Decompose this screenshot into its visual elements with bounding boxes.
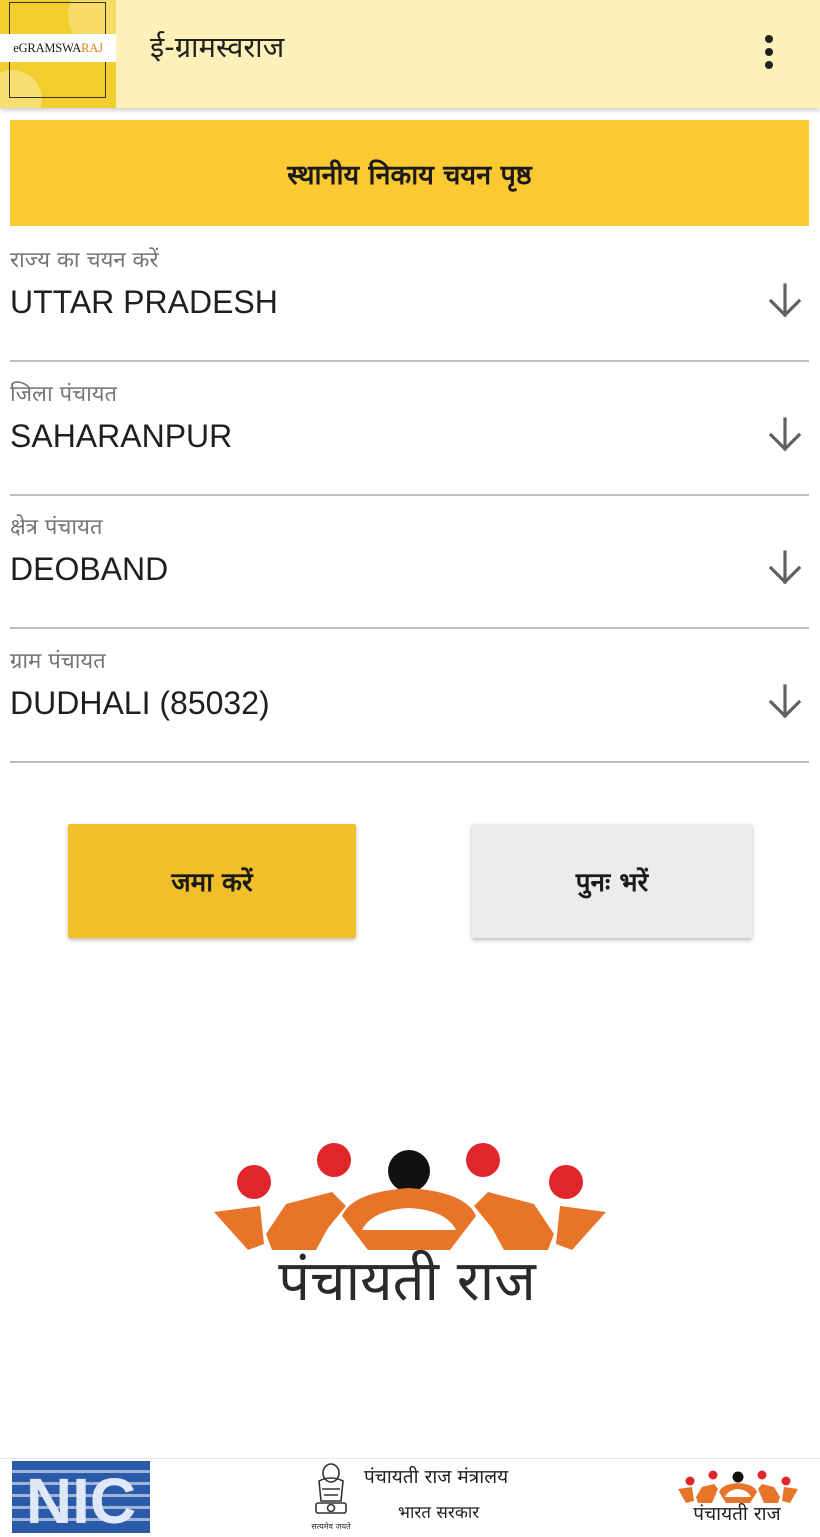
arrow-down-icon[interactable] bbox=[767, 416, 803, 454]
logo-figure-head bbox=[237, 1165, 271, 1199]
state-select[interactable]: राज्य का चयन करें UTTAR PRADESH bbox=[10, 244, 809, 362]
app-title: ई-ग्रामस्वराज bbox=[150, 30, 285, 64]
logo-caption: पंचायती राज bbox=[278, 1249, 536, 1314]
district-panchayat-label: जिला पंचायत bbox=[10, 382, 118, 407]
ministry-name: पंचायती राज मंत्रालय bbox=[364, 1466, 509, 1488]
more-vert-icon[interactable] bbox=[746, 26, 792, 78]
menu-dot bbox=[765, 35, 773, 43]
gram-panchayat-select[interactable]: ग्राम पंचायत DUDHALI (85032) bbox=[10, 645, 809, 763]
logo-text-accent: RAJ bbox=[81, 40, 103, 55]
gram-panchayat-label: ग्राम पंचायत bbox=[10, 649, 106, 674]
gram-panchayat-value: DUDHALI (85032) bbox=[10, 685, 270, 721]
arrow-down-icon[interactable] bbox=[767, 549, 803, 587]
submit-button[interactable]: जमा करें bbox=[68, 824, 356, 938]
national-emblem-icon: सत्यमेव जयते bbox=[311, 1463, 351, 1531]
district-panchayat-select[interactable]: जिला पंचायत SAHARANPUR bbox=[10, 378, 809, 496]
ministry-subtitle: भारत सरकार bbox=[398, 1503, 480, 1523]
footer-logo-caption: पंचायती राज bbox=[693, 1503, 781, 1525]
logo-text-main: eGRAMSWA bbox=[13, 40, 82, 55]
menu-dot bbox=[765, 48, 773, 56]
logo-figure-head bbox=[388, 1150, 430, 1192]
logo-wordmark: eGRAMSWA RAJ bbox=[0, 34, 116, 62]
logo-figure-head bbox=[317, 1143, 351, 1177]
block-panchayat-label: क्षेत्र पंचायत bbox=[10, 515, 103, 540]
logo-figure-head bbox=[549, 1165, 583, 1199]
menu-dot bbox=[765, 61, 773, 69]
district-panchayat-value: SAHARANPUR bbox=[10, 418, 233, 454]
reset-button[interactable]: पुनः भरें bbox=[472, 824, 752, 938]
nic-logo-text: NIC bbox=[26, 1465, 136, 1533]
state-select-value: UTTAR PRADESH bbox=[10, 284, 278, 320]
app-bar: eGRAMSWA RAJ ई-ग्रामस्वराज bbox=[0, 0, 820, 108]
nic-logo: NIC bbox=[12, 1461, 150, 1533]
emblem-motto: सत्यमेव जयते bbox=[311, 1521, 351, 1531]
state-select-label: राज्य का चयन करें bbox=[10, 248, 159, 273]
arrow-down-icon[interactable] bbox=[767, 683, 803, 721]
egramswaraj-logo: eGRAMSWA RAJ bbox=[0, 0, 116, 108]
footer: NIC सत्यमेव जयते पंचायती राज मंत्रालय भा… bbox=[0, 1458, 820, 1537]
block-panchayat-value: DEOBAND bbox=[10, 551, 169, 587]
arrow-down-icon[interactable] bbox=[767, 282, 803, 320]
page-title: स्थानीय निकाय चयन पृष्ठ bbox=[10, 120, 809, 226]
block-panchayat-select[interactable]: क्षेत्र पंचायत DEOBAND bbox=[10, 511, 809, 629]
logo-figure-head bbox=[466, 1143, 500, 1177]
